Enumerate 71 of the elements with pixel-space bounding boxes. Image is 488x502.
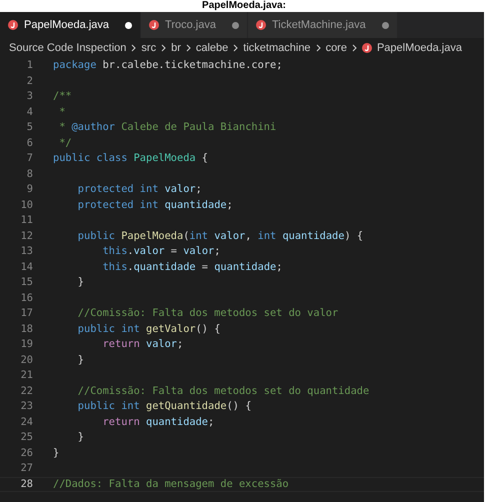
line-number: 10 [20, 198, 33, 213]
java-file-icon [362, 43, 372, 53]
line-number: 26 [20, 446, 33, 461]
code-line: protected int quantidade; [76, 198, 233, 213]
code-line: this.valor = valor; [102, 244, 220, 260]
code-line: } [53, 446, 60, 461]
code-line: //Comissão: Falta dos metodos set do valor [76, 306, 338, 322]
chevron-icon [352, 44, 357, 52]
java-file-icon [8, 20, 18, 30]
code-line: return valor; [102, 337, 184, 352]
chevron-icon [316, 44, 321, 52]
code-line: //Comissão: Falta dos metodos set do quantidade [76, 384, 370, 399]
line-number: 24 [20, 414, 33, 430]
chevron-icon [161, 44, 166, 52]
code-line: } [76, 352, 84, 368]
chevron-icon [233, 44, 238, 52]
breadcrumb-item[interactable]: core [326, 40, 347, 56]
line-number: 17 [20, 306, 33, 322]
line-number: 12 [20, 228, 33, 244]
code-line: public int getValor() { [76, 322, 220, 337]
line-number: 7 [26, 151, 33, 166]
line-number: 9 [26, 182, 33, 198]
line-number: 22 [20, 384, 33, 399]
code-line: } [76, 275, 84, 290]
line-number: 5 [26, 120, 33, 136]
code-line: public class PapelMoeda { [53, 151, 208, 166]
line-number: 28 [20, 476, 33, 492]
code-line: this.quantidade = quantidade; [102, 260, 282, 275]
line-number: 19 [20, 337, 33, 352]
line-number: 27 [20, 461, 33, 476]
code-line: package br.calebe.ticketmachine.core; [53, 58, 282, 74]
line-number: 23 [20, 399, 33, 414]
code-line: public PapelMoeda(int valor, int quantidade) { [76, 228, 364, 244]
line-number: 18 [20, 322, 33, 337]
java-file-icon [149, 20, 160, 30]
line-number: 4 [26, 104, 33, 120]
breadcrumb-item[interactable]: ticketmachine [243, 40, 311, 56]
chevron-icon [186, 44, 191, 52]
code-line: //Dados: Falta da mensagem de excessão [53, 476, 289, 492]
line-number: 6 [26, 136, 33, 151]
line-number: 3 [26, 89, 33, 104]
code-line: * [58, 104, 66, 120]
breadcrumb-item[interactable]: Source Code Inspection [9, 40, 126, 56]
breadcrumb-item[interactable]: src [141, 40, 156, 56]
caption: PapelMoeda.java: [202, 0, 286, 12]
line-number: 13 [20, 244, 33, 260]
code-line: return quantidade; [102, 414, 214, 430]
breadcrumb-item[interactable]: calebe [196, 40, 228, 56]
line-number: 11 [20, 213, 33, 228]
editor-tab[interactable]: Troco.java [141, 12, 248, 38]
code-line: } [76, 430, 84, 446]
breadcrumb-item[interactable]: br [171, 40, 181, 56]
chevron-icon [131, 44, 136, 52]
code-line: * @author Calebe de Paula Bianchini [58, 120, 276, 136]
line-number: 20 [20, 352, 33, 368]
code-line: */ [58, 136, 72, 151]
line-number: 2 [26, 74, 33, 89]
line-number: 1 [26, 58, 33, 74]
breadcrumb-item[interactable]: PapelMoeda.java [376, 40, 462, 56]
code-line: protected int valor; [76, 182, 202, 198]
code-line: public int getQuantidade() { [76, 399, 252, 414]
editor-tab[interactable]: PapelMoeda.java [0, 12, 142, 38]
line-number: 14 [20, 260, 33, 275]
line-number: 21 [20, 368, 33, 384]
line-number: 15 [20, 275, 33, 290]
java-file-icon [256, 20, 266, 30]
line-number: 25 [20, 430, 33, 446]
line-number: 16 [20, 290, 33, 306]
code-line: /** [53, 89, 72, 104]
line-number: 8 [26, 166, 33, 182]
editor-tab[interactable]: TicketMachine.java [248, 12, 398, 38]
